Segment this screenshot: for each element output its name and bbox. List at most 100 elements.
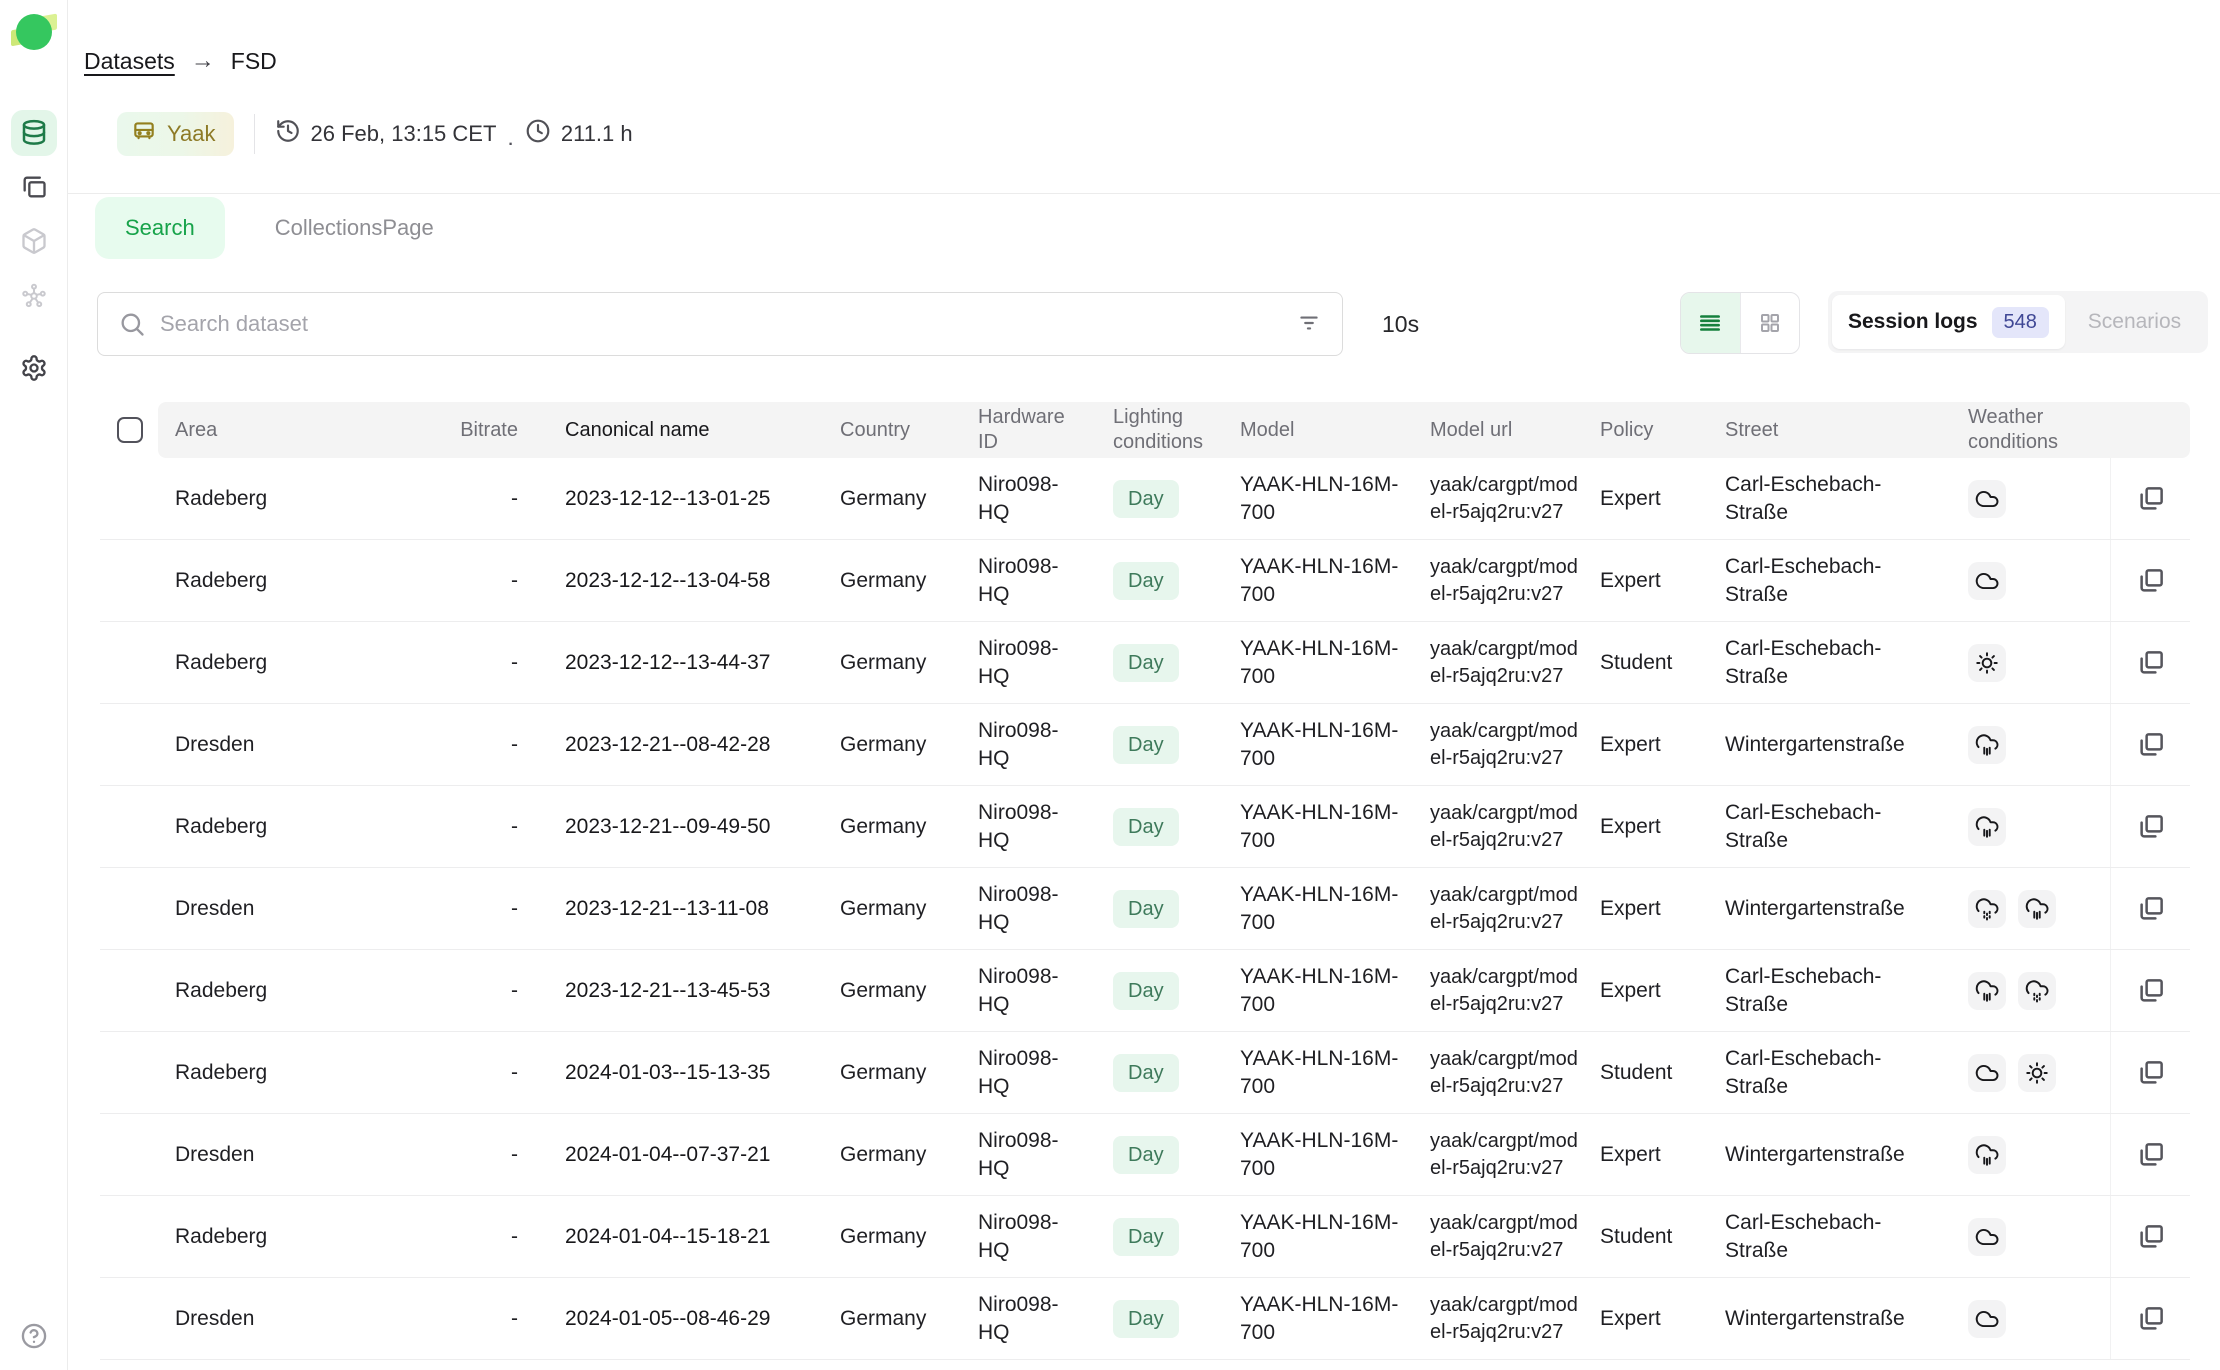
list-view-button[interactable] <box>1681 293 1740 353</box>
sidebar <box>0 0 68 1370</box>
sidebar-item-packages[interactable] <box>11 218 57 264</box>
table-row[interactable]: Dresden - 2023-12-21--08-42-28 Germany N… <box>100 704 2190 786</box>
interval-filter[interactable]: 10s <box>1382 292 1419 356</box>
copy-icon <box>2136 1304 2166 1334</box>
copy-icon <box>2136 1222 2166 1252</box>
table-row[interactable]: Dresden - 2024-01-04--07-37-21 Germany N… <box>100 1114 2190 1196</box>
table-row[interactable]: Radeberg - 2023-12-12--13-04-58 Germany … <box>100 540 2190 622</box>
copy-row-button[interactable] <box>2130 1052 2172 1094</box>
model-cell: YAAK-HLN-16M-700 <box>1230 1278 1420 1359</box>
lighting-conditions-cell: Day <box>1100 1196 1230 1277</box>
search-icon <box>118 310 146 338</box>
search-input[interactable] <box>160 311 1288 337</box>
copy-row-button[interactable] <box>2130 1134 2172 1176</box>
col-header-area: Area <box>158 402 440 458</box>
area-cell: Radeberg <box>158 1196 440 1277</box>
policy-cell: Student <box>1590 1032 1715 1113</box>
device-badge-label: Yaak <box>167 121 216 147</box>
canonical-name-cell: 2023-12-12--13-01-25 <box>528 458 830 539</box>
lighting-conditions-cell: Day <box>1100 704 1230 785</box>
country-cell: Germany <box>830 458 965 539</box>
street-cell: Wintergartenstraße <box>1715 1278 1955 1359</box>
filter-button[interactable] <box>1288 302 1330 347</box>
copy-icon <box>2136 1140 2166 1170</box>
dot-separator: . <box>508 126 512 156</box>
lighting-conditions-cell: Day <box>1100 458 1230 539</box>
help-button[interactable] <box>11 1313 57 1359</box>
table-row[interactable]: Radeberg - 2024-01-04--15-18-21 Germany … <box>100 1196 2190 1278</box>
street-cell: Carl-Eschebach-Straße <box>1715 1196 1955 1277</box>
sidebar-item-graph[interactable] <box>11 273 57 319</box>
copy-row-button[interactable] <box>2130 478 2172 520</box>
table-row[interactable]: Radeberg - 2023-12-21--09-49-50 Germany … <box>100 786 2190 868</box>
model-url-cell: yaak/cargpt/model-r5ajq2ru:v27 <box>1420 458 1590 539</box>
col-header-lighting-conditions: Lighting conditions <box>1100 402 1230 458</box>
table-row[interactable]: Radeberg - 2023-12-12--13-01-25 Germany … <box>100 458 2190 540</box>
hardware-id-cell: Niro098-HQ <box>965 458 1100 539</box>
area-cell: Radeberg <box>158 786 440 867</box>
table-row[interactable]: Dresden - 2024-01-05--08-46-29 Germany N… <box>100 1278 2190 1360</box>
country-cell: Germany <box>830 950 965 1031</box>
sidebar-item-collections[interactable] <box>11 164 57 210</box>
copy-row-button[interactable] <box>2130 560 2172 602</box>
country-cell: Germany <box>830 622 965 703</box>
copy-row-button[interactable] <box>2130 970 2172 1012</box>
table-row[interactable]: Radeberg - 2023-12-21--13-45-53 Germany … <box>100 950 2190 1032</box>
weather-conditions-cell <box>1955 1278 2110 1359</box>
policy-cell: Expert <box>1590 786 1715 867</box>
bitrate-cell: - <box>440 704 528 785</box>
tab-search[interactable]: Search <box>95 197 225 259</box>
model-cell: YAAK-HLN-16M-700 <box>1230 458 1420 539</box>
model-cell: YAAK-HLN-16M-700 <box>1230 1196 1420 1277</box>
canonical-name-cell: 2023-12-12--13-44-37 <box>528 622 830 703</box>
street-cell: Carl-Eschebach-Straße <box>1715 1032 1955 1113</box>
lighting-badge: Day <box>1113 480 1179 518</box>
scenarios-label: Scenarios <box>2088 310 2181 334</box>
model-cell: YAAK-HLN-16M-700 <box>1230 1114 1420 1195</box>
segment-session-logs[interactable]: Session logs 548 <box>1832 295 2065 349</box>
canonical-name-cell: 2024-01-04--07-37-21 <box>528 1114 830 1195</box>
cloud-icon <box>1968 480 2006 518</box>
copy-row-button[interactable] <box>2130 1298 2172 1340</box>
cloud-icon <box>1968 1300 2006 1338</box>
breadcrumb-datasets-link[interactable]: Datasets <box>84 48 175 75</box>
copy-row-button[interactable] <box>2130 806 2172 848</box>
grid-view-button[interactable] <box>1740 293 1800 353</box>
sidebar-item-settings[interactable] <box>11 345 57 391</box>
weather-conditions-cell <box>1955 868 2110 949</box>
model-cell: YAAK-HLN-16M-700 <box>1230 540 1420 621</box>
policy-cell: Expert <box>1590 1114 1715 1195</box>
policy-cell: Student <box>1590 1196 1715 1277</box>
view-toggle <box>1680 292 1800 354</box>
hardware-id-cell: Niro098-HQ <box>965 1278 1100 1359</box>
tab-collections-page[interactable]: CollectionsPage <box>275 215 434 241</box>
table-row[interactable]: Radeberg - 2024-01-03--15-13-35 Germany … <box>100 1032 2190 1114</box>
street-cell: Wintergartenstraße <box>1715 1114 1955 1195</box>
table-row[interactable]: Radeberg - 2023-12-12--13-44-37 Germany … <box>100 622 2190 704</box>
table-row[interactable]: Dresden - 2023-12-21--13-11-08 Germany N… <box>100 868 2190 950</box>
network-icon <box>20 282 48 310</box>
search-box <box>97 292 1343 356</box>
bitrate-cell: - <box>440 540 528 621</box>
weather-conditions-cell <box>1955 704 2110 785</box>
recorded-at-text: 26 Feb, 13:15 CET <box>311 121 497 147</box>
drizzle-icon <box>1968 890 2006 928</box>
breadcrumb-current: FSD <box>231 48 277 75</box>
segment-scenarios[interactable]: Scenarios <box>2065 295 2204 349</box>
device-badge[interactable]: Yaak <box>117 112 234 156</box>
policy-cell: Expert <box>1590 950 1715 1031</box>
recorded-at: 26 Feb, 13:15 CET <box>275 118 497 150</box>
copy-row-button[interactable] <box>2130 724 2172 766</box>
cloud-icon <box>1968 1054 2006 1092</box>
copy-icon <box>2136 484 2166 514</box>
sidebar-item-datasets[interactable] <box>11 110 57 156</box>
copy-row-button[interactable] <box>2130 642 2172 684</box>
select-all-checkbox[interactable] <box>117 417 143 443</box>
model-url-cell: yaak/cargpt/model-r5ajq2ru:v27 <box>1420 704 1590 785</box>
col-header-actions <box>2110 402 2190 458</box>
hardware-id-cell: Niro098-HQ <box>965 1114 1100 1195</box>
sun-icon <box>2018 1054 2056 1092</box>
page-tabs: Search CollectionsPage <box>95 197 434 259</box>
copy-row-button[interactable] <box>2130 888 2172 930</box>
copy-row-button[interactable] <box>2130 1216 2172 1258</box>
